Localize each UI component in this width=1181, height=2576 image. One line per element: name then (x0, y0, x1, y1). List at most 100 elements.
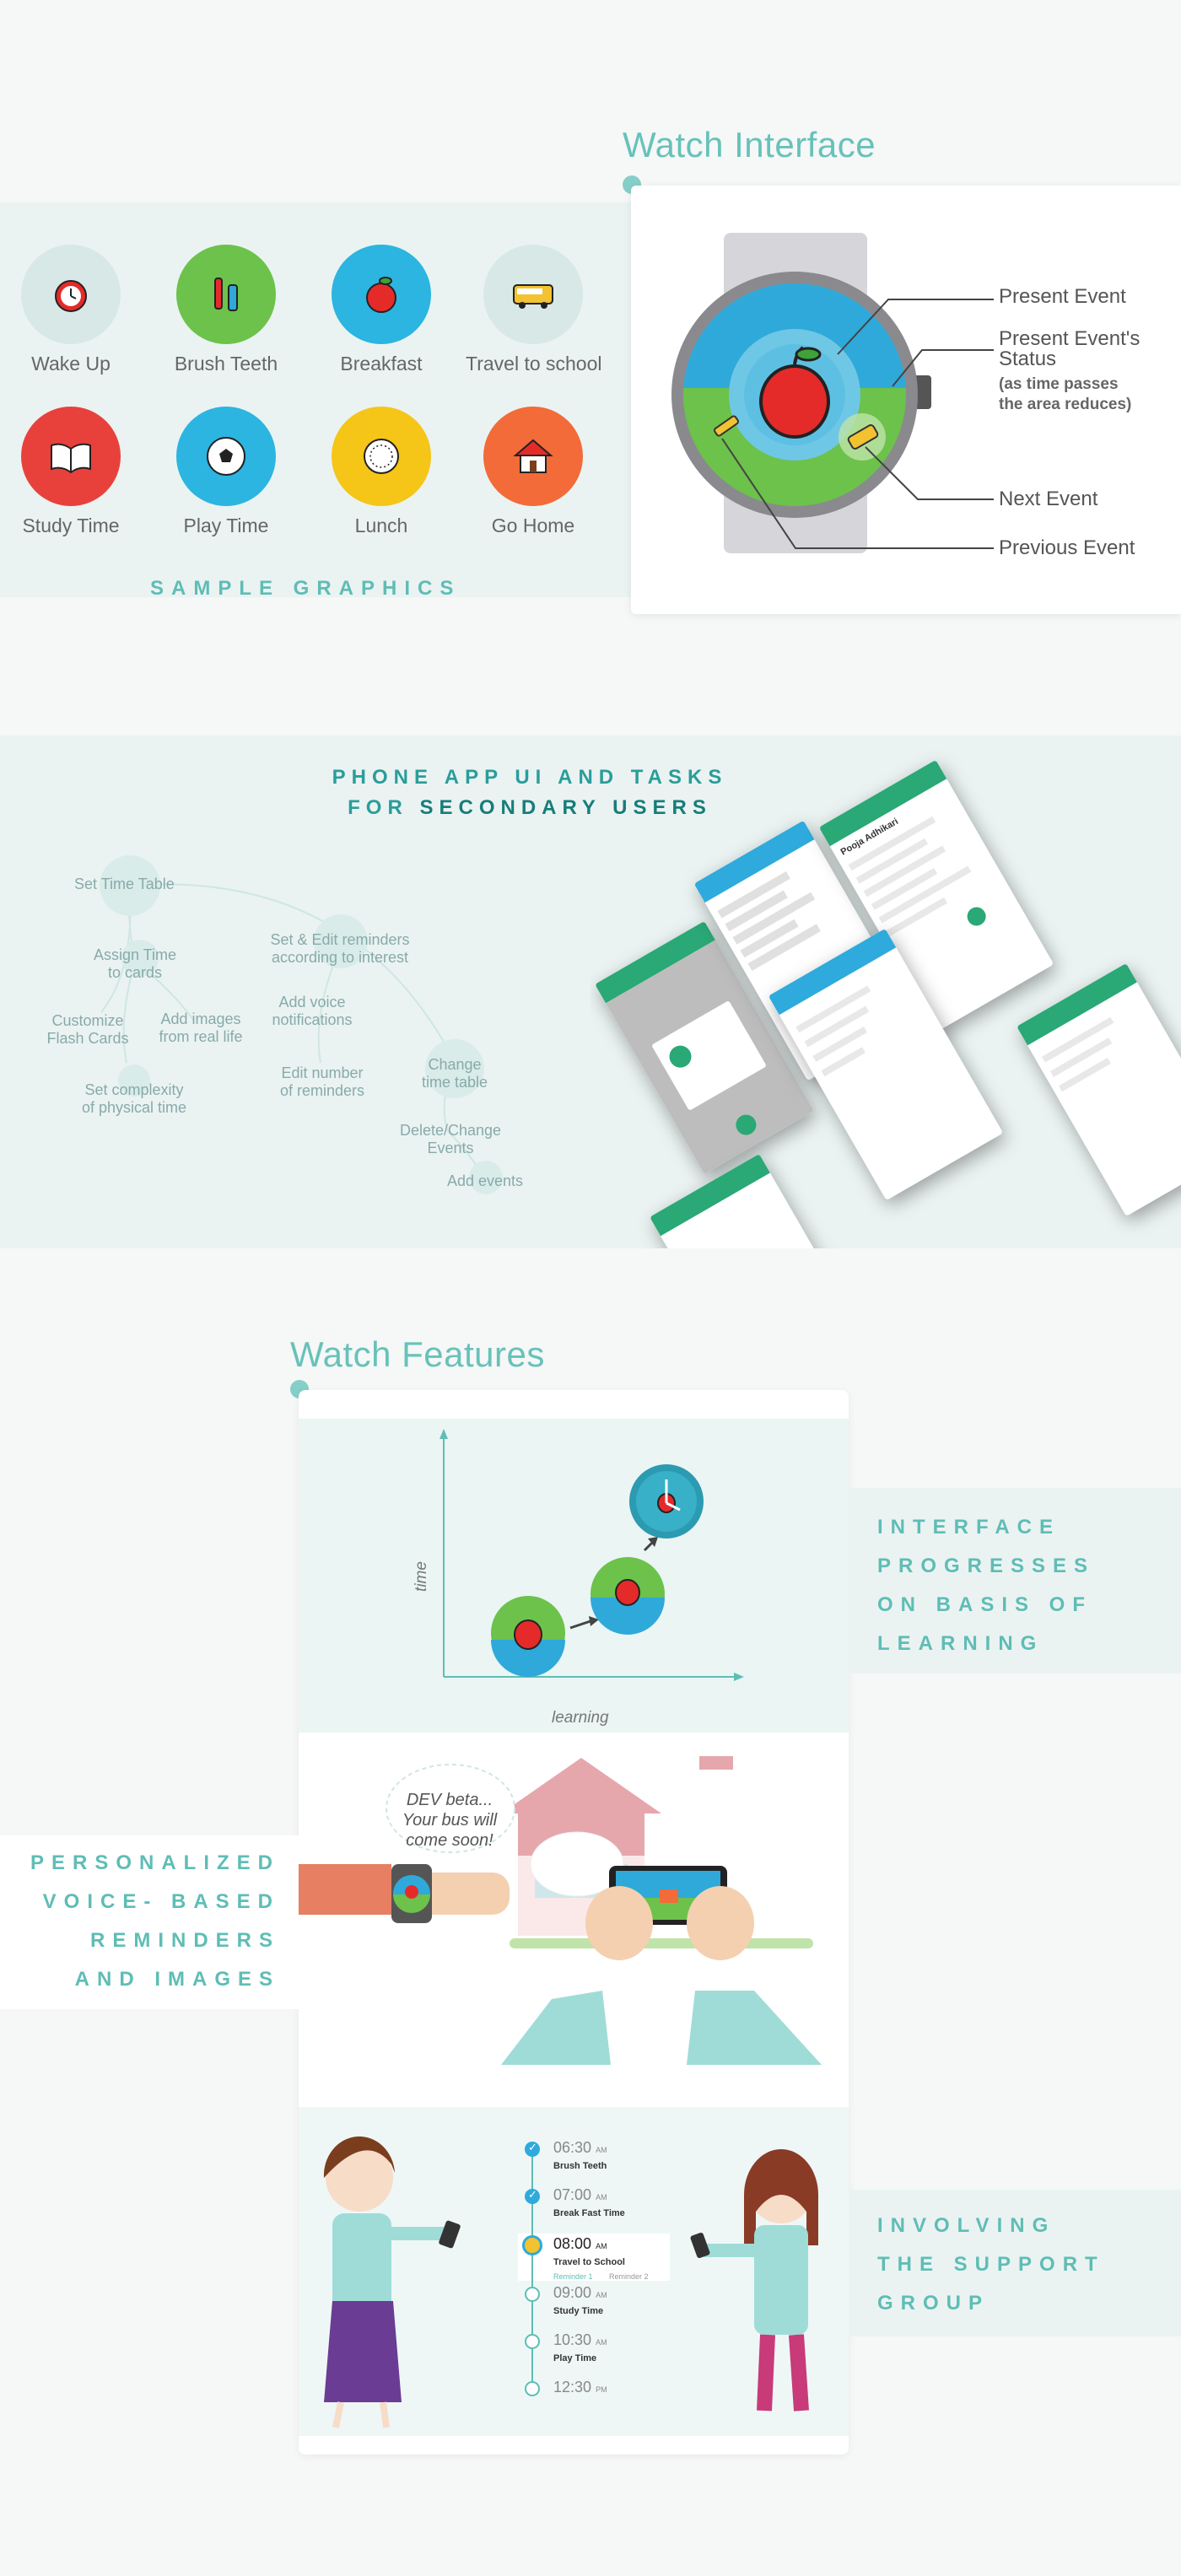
watch-interface-card: Present Event Present Event's Status (as… (631, 186, 1181, 614)
mindmap-set-edit-1: Set & Edit reminders (270, 931, 410, 948)
mindmap-add-images-1: Add images (160, 1010, 241, 1027)
mindmap-change-1: Change (428, 1056, 482, 1073)
timeline-ampm: PM (596, 2385, 607, 2394)
speech-line-2: Your bus will (402, 1811, 498, 1830)
school-bus-icon (483, 245, 583, 344)
speech-bubble: DEV beta... Your bus will come soon! (386, 1790, 513, 1851)
mindmap-add-events: Add events (447, 1172, 524, 1189)
mindmap-assign-time-1: Assign Time (93, 946, 177, 963)
reminder-2-label[interactable]: Reminder 2 (609, 2272, 649, 2281)
learning-graph (440, 1429, 744, 1681)
phone-screen-timeline (1017, 962, 1181, 1217)
timeline-time: 06:30 AM (553, 2139, 607, 2157)
timeline-time: 08:00 AM (553, 2235, 607, 2253)
callout-present-status-line1: Present Event's (999, 327, 1141, 350)
sample-graphic-label: Brush Teeth (174, 353, 278, 375)
watch-features-title: Watch Features (290, 1334, 545, 1374)
sample-graphic-toothbrush: Brush Teeth (159, 245, 294, 375)
watch-interface-title: Watch Interface (623, 125, 876, 164)
sample-graphic-label: Go Home (491, 515, 575, 536)
watch-features-card: time learning DEV beta... Your bus will … (299, 1390, 849, 2455)
soccer-ball-icon (176, 407, 276, 506)
house-icon (483, 407, 583, 506)
book-icon (21, 407, 121, 506)
timeline-time-value: 10:30 (553, 2331, 592, 2348)
pending-event-icon (525, 2334, 540, 2349)
timeline-time-value: 07:00 (553, 2186, 592, 2203)
timeline-event-name: Travel to School (553, 2257, 625, 2267)
support-group-line-3: GROUP (877, 2292, 990, 2315)
mindmap-voice: Add voice notifications (262, 994, 363, 1029)
mindmap-customize-1: Customize (51, 1012, 124, 1029)
pending-event-icon (525, 2287, 540, 2302)
mindmap-customize: Customize Flash Cards (37, 1012, 138, 1048)
mindmap-set-edit-2: according to interest (271, 949, 409, 966)
personalized-line-2: VOICE- BASED (42, 1890, 280, 1913)
mindmap-customize-2: Flash Cards (46, 1030, 129, 1047)
current-event-icon (522, 2235, 542, 2255)
pending-event-icon (525, 2381, 540, 2396)
callout-status-note-line1: (as time passes (999, 375, 1119, 393)
personalized-label: PERSONALIZED VOICE- BASED REMINDERS AND … (17, 1844, 280, 1999)
support-group-line-1: INVOLVING (877, 2214, 1056, 2237)
timeline-time-value: 06:30 (553, 2139, 592, 2156)
timeline-ampm: AM (596, 2242, 607, 2250)
support-group-line-2: THE SUPPORT (877, 2253, 1105, 2276)
sample-graphics-caption: SAMPLE GRAPHICS (150, 577, 461, 600)
add-fab-button[interactable] (963, 903, 990, 930)
callout-status-note-line2: the area reduces) (999, 396, 1132, 413)
interface-progresses-line-2: PROGRESSES (877, 1555, 1096, 1577)
callout-next-event: Next Event (999, 488, 1098, 510)
sample-graphic-house: Go Home (466, 407, 601, 537)
mindmap-set-time-table: Set Time Table (74, 876, 175, 892)
sample-graphic-label: Study Time (22, 515, 120, 536)
sample-graphic-school-bus: Travel to school (466, 245, 602, 375)
mindmap-assign-time-2: to cards (107, 964, 163, 981)
mindmap-set-edit: Set & Edit reminders according to interes… (260, 931, 420, 967)
personalized-illustration (299, 1756, 822, 2065)
sample-graphic-label: Lunch (354, 515, 408, 536)
plate-icon (332, 407, 431, 506)
toothbrush-icon (176, 245, 276, 344)
timeline-time: 10:30 AM (553, 2331, 607, 2349)
interface-progresses-line-1: INTERFACE (877, 1516, 1061, 1539)
mindmap-voice-1: Add voice (278, 994, 346, 1010)
callout-previous-event: Previous Event (999, 536, 1135, 559)
personalized-line-1: PERSONALIZED (30, 1851, 280, 1874)
speech-line-1: DEV beta... (406, 1791, 493, 1809)
mindmap-add-images: Add images from real life (148, 1010, 253, 1046)
graph-xlabel: learning (552, 1709, 609, 1727)
timeline-time: 12:30 PM (553, 2379, 607, 2396)
mindmap-edit-number: Edit number of reminders (272, 1064, 373, 1100)
completed-check-icon: ✓ (525, 2141, 540, 2157)
schedule-timeline: ✓ 06:30 AM Brush Teeth ✓ 07:00 AM Break Fast … (299, 2107, 849, 2444)
timeline-event-name: Break Fast Time (553, 2208, 625, 2218)
mindmap-edit-number-2: of reminders (279, 1082, 365, 1099)
mindmap-change-timetable: Change time table (408, 1056, 501, 1091)
callout-present-event: Present Event (999, 285, 1126, 308)
timeline-time: 09:00 AM (553, 2284, 607, 2302)
mindmap-voice-2: notifications (272, 1011, 353, 1028)
timeline-ampm: AM (596, 2146, 607, 2154)
mindmap-delete-1: Delete/Change (399, 1122, 502, 1139)
timeline-time-value: 08:00 (553, 2235, 592, 2252)
mindmap-edit-number-1: Edit number (281, 1064, 364, 1081)
timeline-event-name: Study Time (553, 2306, 604, 2316)
callout-present-status-line2: Status (999, 348, 1057, 370)
sample-graphic-alarm-clock: Wake Up (3, 245, 138, 375)
phone-screen-bottom (650, 1153, 844, 1248)
timeline-ampm: AM (596, 2338, 607, 2347)
apple-icon (332, 245, 431, 344)
graph-ylabel: time (412, 1561, 430, 1592)
timeline-ampm: AM (596, 2291, 607, 2299)
timeline-event-name: Brush Teeth (553, 2161, 607, 2171)
phone-mockups: Pooja Adhikari (590, 736, 1181, 1248)
sample-graphic-label: Wake Up (31, 353, 111, 375)
mindmap-complexity-2: of physical time (81, 1099, 187, 1116)
mindmap-delete-change: Delete/Change Events (391, 1122, 510, 1157)
reminder-1-label[interactable]: Reminder 1 (553, 2272, 593, 2281)
sample-graphic-apple: Breakfast (314, 245, 449, 375)
mindmap-delete-2: Events (427, 1140, 474, 1156)
mindmap-complexity-1: Set complexity (84, 1081, 184, 1098)
sample-graphic-soccer-ball: Play Time (159, 407, 294, 537)
